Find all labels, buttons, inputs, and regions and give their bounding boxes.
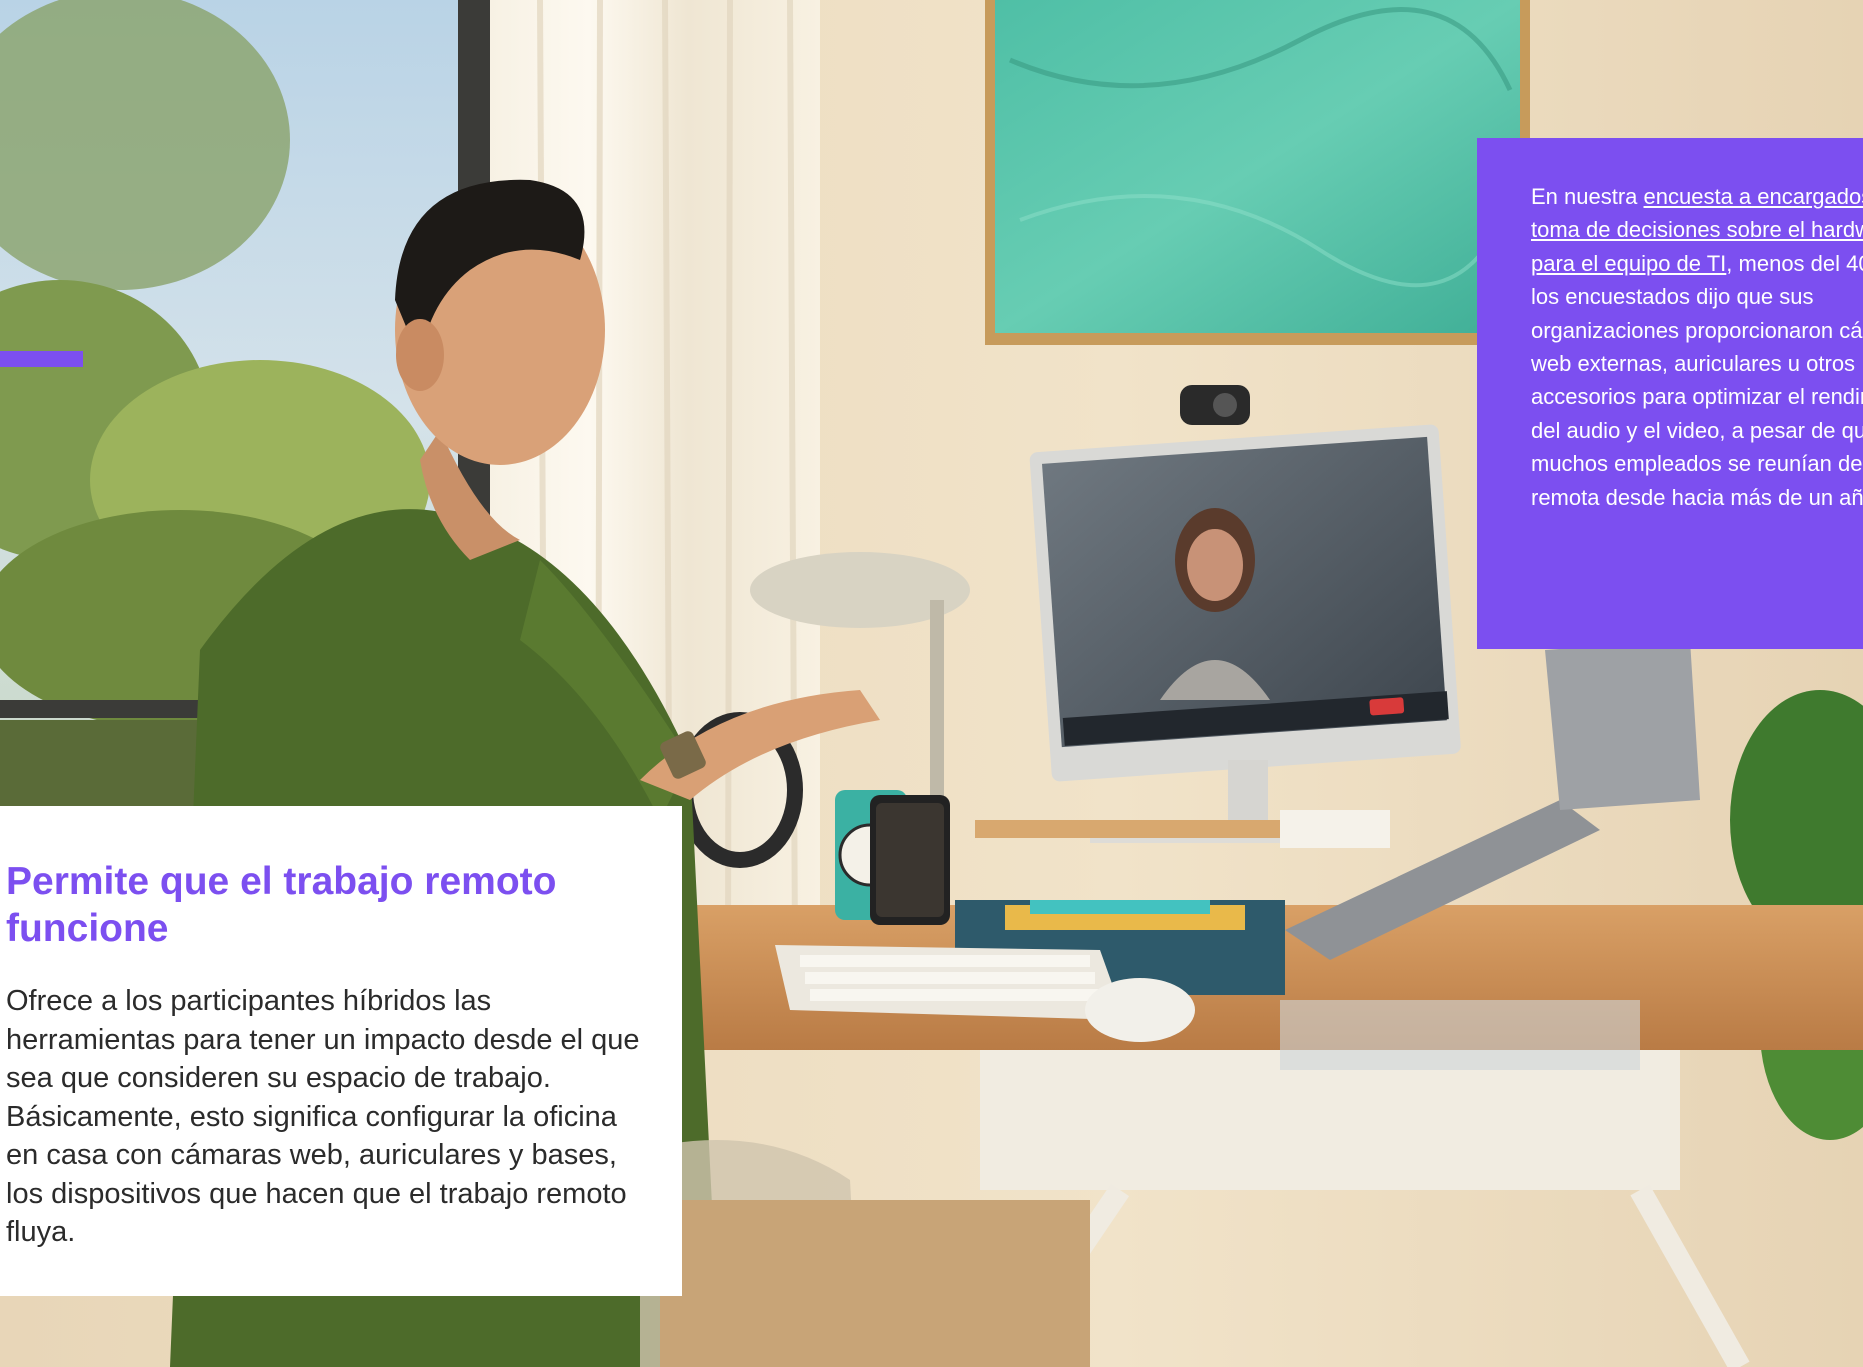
callout-rest: , menos del 40 % de los encuestados dijo… (1531, 250, 1863, 510)
hero-heading: Permite que el trabajo remoto funcione (6, 860, 557, 950)
survey-callout: En nuestra encuesta a encargados de la t… (1477, 138, 1863, 649)
callout-intro: En nuestra (1531, 184, 1644, 209)
hero-body: Ofrece a los participantes híbridos las … (6, 985, 640, 1248)
callout-text: En nuestra encuesta a encargados de la t… (1531, 180, 1863, 514)
hero-text-card: Permite que el trabajo remoto funcione O… (0, 806, 682, 1296)
accent-bar (0, 351, 83, 367)
